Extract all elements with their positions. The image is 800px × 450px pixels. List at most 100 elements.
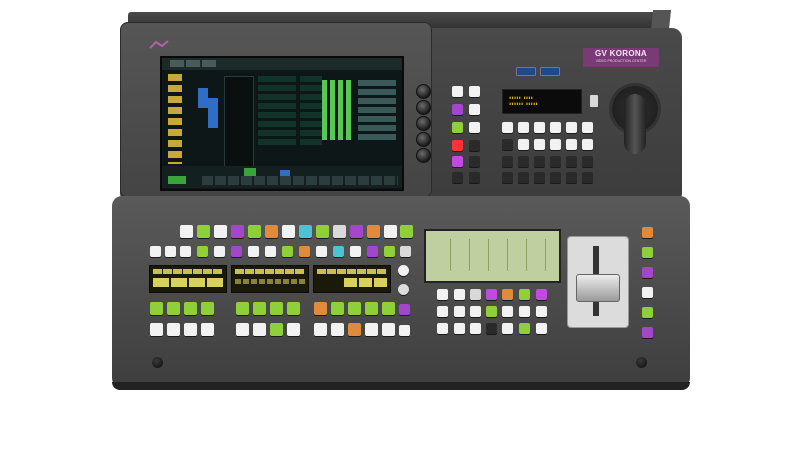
panel-button[interactable] <box>150 302 163 315</box>
panel-button[interactable] <box>282 225 295 238</box>
transition-button[interactable] <box>454 289 465 300</box>
panel-button[interactable] <box>231 225 244 238</box>
panel-button[interactable] <box>314 323 327 336</box>
upper-key[interactable] <box>469 172 480 183</box>
transition-button[interactable] <box>437 323 448 334</box>
panel-button[interactable] <box>248 225 261 238</box>
panel-button[interactable] <box>316 246 327 257</box>
upper-key[interactable] <box>534 139 545 150</box>
right-column-button[interactable] <box>642 287 653 298</box>
panel-button[interactable] <box>167 323 180 336</box>
joystick[interactable] <box>624 94 646 154</box>
panel-button[interactable] <box>265 225 278 238</box>
transition-button[interactable] <box>502 306 513 317</box>
panel-button[interactable] <box>167 302 180 315</box>
panel-button[interactable] <box>197 225 210 238</box>
panel-button[interactable] <box>231 246 242 257</box>
soft-knob-2[interactable] <box>416 100 431 115</box>
panel-button[interactable] <box>184 302 197 315</box>
upper-key[interactable] <box>502 172 513 183</box>
panel-button[interactable] <box>253 302 266 315</box>
panel-button[interactable] <box>367 246 378 257</box>
upper-key[interactable] <box>582 172 593 183</box>
panel-button[interactable] <box>197 246 208 257</box>
panel-button[interactable] <box>382 302 395 315</box>
panel-button[interactable] <box>382 323 395 336</box>
right-column-button[interactable] <box>642 307 653 318</box>
upper-key[interactable] <box>550 122 561 133</box>
panel-button[interactable] <box>165 246 176 257</box>
soft-knob-5[interactable] <box>416 148 431 163</box>
touchscreen[interactable] <box>160 56 404 191</box>
upper-key[interactable] <box>582 122 593 133</box>
panel-button[interactable] <box>400 225 413 238</box>
panel-button[interactable] <box>314 302 327 315</box>
right-column-button[interactable] <box>642 247 653 258</box>
upper-key[interactable] <box>534 172 545 183</box>
panel-button[interactable] <box>400 246 411 257</box>
transition-button[interactable] <box>454 323 465 334</box>
panel-button[interactable] <box>184 323 197 336</box>
upper-key[interactable] <box>582 156 593 167</box>
upper-key[interactable] <box>566 156 577 167</box>
transition-button[interactable] <box>486 306 497 317</box>
tbar-handle[interactable] <box>576 274 620 302</box>
panel-button[interactable] <box>399 325 410 336</box>
upper-key[interactable] <box>518 156 529 167</box>
panel-button[interactable] <box>350 246 361 257</box>
transition-button[interactable] <box>536 306 547 317</box>
panel-button[interactable] <box>214 246 225 257</box>
panel-button[interactable] <box>333 246 344 257</box>
panel-button[interactable] <box>348 302 361 315</box>
transition-button[interactable] <box>519 289 530 300</box>
panel-button[interactable] <box>201 323 214 336</box>
transition-button[interactable] <box>486 289 497 300</box>
transition-button[interactable] <box>536 323 547 334</box>
upper-key[interactable] <box>469 86 480 97</box>
transition-button[interactable] <box>536 289 547 300</box>
panel-button[interactable] <box>253 323 266 336</box>
transition-button[interactable] <box>470 323 481 334</box>
panel-button[interactable] <box>150 246 161 257</box>
upper-key[interactable] <box>452 140 463 151</box>
upper-key[interactable] <box>566 139 577 150</box>
soft-knob-3[interactable] <box>416 116 431 131</box>
upper-key[interactable] <box>534 156 545 167</box>
upper-key[interactable] <box>550 172 561 183</box>
right-column-button[interactable] <box>642 267 653 278</box>
upper-key[interactable] <box>502 139 513 150</box>
panel-button[interactable] <box>236 302 249 315</box>
panel-knob-button[interactable] <box>398 284 409 295</box>
transition-button[interactable] <box>486 323 497 334</box>
panel-button[interactable] <box>287 302 300 315</box>
panel-button[interactable] <box>367 225 380 238</box>
lcd-side-button[interactable] <box>590 95 598 107</box>
panel-button[interactable] <box>248 246 259 257</box>
transition-button[interactable] <box>470 306 481 317</box>
upper-key[interactable] <box>469 156 480 167</box>
upper-key[interactable] <box>469 122 480 133</box>
upper-key[interactable] <box>550 139 561 150</box>
upper-key[interactable] <box>452 104 463 115</box>
panel-button[interactable] <box>384 225 397 238</box>
panel-button[interactable] <box>287 323 300 336</box>
panel-button[interactable] <box>299 246 310 257</box>
panel-button[interactable] <box>201 302 214 315</box>
right-column-button[interactable] <box>642 327 653 338</box>
panel-button[interactable] <box>384 246 395 257</box>
panel-button[interactable] <box>365 302 378 315</box>
panel-button[interactable] <box>265 246 276 257</box>
panel-button[interactable] <box>180 225 193 238</box>
upper-key[interactable] <box>534 122 545 133</box>
panel-button[interactable] <box>270 302 283 315</box>
panel-button[interactable] <box>180 246 191 257</box>
upper-key[interactable] <box>469 104 480 115</box>
upper-key[interactable] <box>452 86 463 97</box>
upper-key[interactable] <box>566 172 577 183</box>
transition-button[interactable] <box>502 323 513 334</box>
panel-button[interactable] <box>299 225 312 238</box>
transition-button[interactable] <box>437 289 448 300</box>
panel-button[interactable] <box>316 225 329 238</box>
upper-key[interactable] <box>502 122 513 133</box>
soft-knob-1[interactable] <box>416 84 431 99</box>
